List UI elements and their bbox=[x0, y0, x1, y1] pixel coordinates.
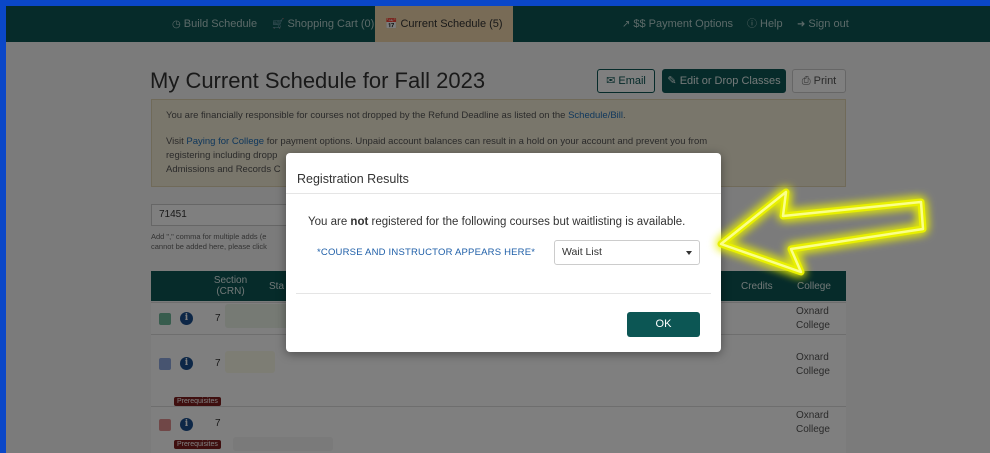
caret-down-icon bbox=[686, 251, 692, 255]
waitlist-select[interactable]: Wait List bbox=[554, 240, 700, 265]
dialog-divider bbox=[296, 293, 711, 294]
dialog-title: Registration Results bbox=[297, 172, 409, 186]
dialog-message: You are not registered for the following… bbox=[308, 216, 686, 228]
highlight-arrow-icon bbox=[717, 188, 927, 276]
registration-results-dialog: Registration Results You are not registe… bbox=[286, 153, 721, 352]
ok-button[interactable]: OK bbox=[627, 312, 700, 337]
course-instructor-label: *COURSE AND INSTRUCTOR APPEARS HERE* bbox=[317, 247, 536, 258]
app-frame: ◷Build Schedule 🛒Shopping Cart (0) 📅Curr… bbox=[6, 6, 990, 453]
dialog-divider bbox=[286, 193, 721, 194]
